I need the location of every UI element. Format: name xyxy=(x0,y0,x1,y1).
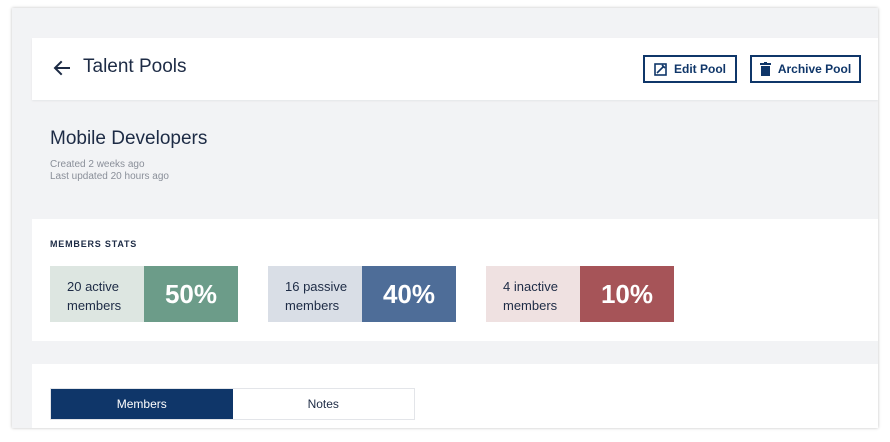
stat-card-inactive: 4 inactive members 10% xyxy=(486,266,674,322)
edit-icon xyxy=(654,62,667,76)
stat-count: 20 active xyxy=(67,279,120,294)
stat-count: 4 inactive xyxy=(503,279,558,294)
edit-pool-label: Edit Pool xyxy=(674,62,726,76)
stat-label: 20 active members xyxy=(50,266,144,322)
stat-percent: 10% xyxy=(580,266,674,322)
stat-count: 16 passive xyxy=(285,279,348,294)
tab-members[interactable]: Members xyxy=(51,389,233,419)
updated-timestamp: Last updated 20 hours ago xyxy=(50,171,169,182)
stat-unit: members xyxy=(503,298,558,313)
created-timestamp: Created 2 weeks ago xyxy=(50,159,145,170)
edit-pool-button[interactable]: Edit Pool xyxy=(643,55,737,83)
stat-card-active: 20 active members 50% xyxy=(50,266,238,322)
stat-label: 16 passive members xyxy=(268,266,362,322)
page-header: Talent Pools Edit Pool Archive Pool xyxy=(32,38,878,100)
stat-card-passive: 16 passive members 40% xyxy=(268,266,456,322)
tabs-panel: Members Notes xyxy=(32,364,878,428)
archive-pool-button[interactable]: Archive Pool xyxy=(750,55,861,83)
pool-name: Mobile Developers xyxy=(50,128,208,149)
arrow-left-icon[interactable] xyxy=(52,58,72,78)
app-window: Talent Pools Edit Pool Archive Pool Mobi… xyxy=(12,8,878,428)
archive-pool-label: Archive Pool xyxy=(777,62,852,76)
stat-percent: 40% xyxy=(362,266,456,322)
stat-unit: members xyxy=(67,298,122,313)
trash-icon xyxy=(759,62,771,76)
stat-unit: members xyxy=(285,298,340,313)
tab-bar: Members Notes xyxy=(50,388,415,420)
tab-notes[interactable]: Notes xyxy=(232,389,414,419)
stat-label: 4 inactive members xyxy=(486,266,580,322)
stat-percent: 50% xyxy=(144,266,238,322)
stats-heading: MEMBERS STATS xyxy=(50,239,138,249)
members-stats-panel: MEMBERS STATS 20 active members 50% 16 p… xyxy=(32,219,878,341)
page-title: Talent Pools xyxy=(83,56,187,77)
